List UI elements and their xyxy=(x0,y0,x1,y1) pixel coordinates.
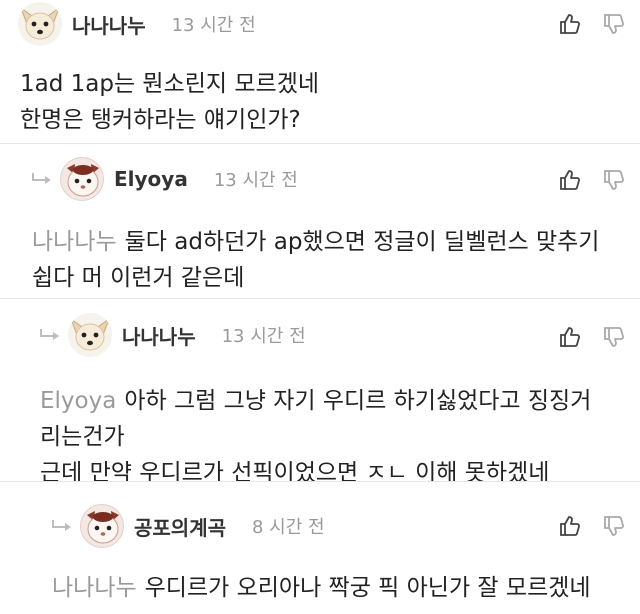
comment-line: 나나나누 둘다 ad하던가 ap했으면 정글이 딜벨런스 맞추기 xyxy=(32,224,632,260)
comment-text: 둘다 ad하던가 ap했으면 정글이 딜벨런스 맞추기 xyxy=(124,229,600,255)
comment-reply: 나나나누 13 시간 전 Elyoya 아하 그럼 그냥 자기 우디르 하기싫었다… xyxy=(0,298,640,486)
comment-reply: 공포의계곡 8 시간 전 나나나누 우디르가 오리아나 짝궁 픽 아닌가 잘 모르… xyxy=(0,481,640,614)
comment: 나나나누 13 시간 전 1ad 1ap는 뭔소린지 모르겠네 한명은 탱커하라… xyxy=(0,0,640,143)
timestamp: 13 시간 전 xyxy=(221,326,306,347)
timestamp: 13 시간 전 xyxy=(213,170,298,191)
thumbs-down-icon[interactable] xyxy=(602,514,626,538)
comment-reply: Elyoya 13 시간 전 나나나누 둘다 ad하던가 ap했으면 정글이 딜벨… xyxy=(0,143,640,298)
vote-buttons xyxy=(558,12,626,36)
thumbs-down-icon[interactable] xyxy=(602,325,626,349)
nickname[interactable]: 나나나누 xyxy=(122,321,196,350)
vote-buttons xyxy=(558,514,626,538)
mention[interactable]: 나나나누 xyxy=(52,575,137,601)
reply-arrow-icon xyxy=(40,329,59,340)
thumbs-up-icon[interactable] xyxy=(558,325,582,349)
thumbs-down-icon[interactable] xyxy=(602,168,626,192)
nickname[interactable]: 공포의계곡 xyxy=(134,512,226,541)
comment-line: 나나나누 우디르가 오리아나 짝궁 픽 아닌가 잘 모르겠네 xyxy=(52,570,632,606)
thumbs-up-icon[interactable] xyxy=(558,514,582,538)
mention[interactable]: 나나나누 xyxy=(32,229,117,255)
comment-header: 공포의계곡 8 시간 전 xyxy=(50,504,325,548)
timestamp: 13 시간 전 xyxy=(171,15,256,36)
avatar[interactable] xyxy=(18,2,62,46)
comment-line: Elyoya 아하 그럼 그냥 자기 우디르 하기싫었다고 징징거 xyxy=(40,383,620,419)
cat-icon xyxy=(87,511,119,544)
cat-icon xyxy=(67,164,99,197)
comment-line: 쉽다 머 이런거 같은데 xyxy=(32,265,245,291)
nickname[interactable]: Elyoya xyxy=(114,167,188,191)
thumbs-up-icon[interactable] xyxy=(558,12,582,36)
avatar[interactable] xyxy=(68,313,112,357)
avatar[interactable] xyxy=(60,157,104,201)
comment-header: Elyoya 13 시간 전 xyxy=(30,157,298,201)
reply-arrow-icon xyxy=(32,173,51,184)
comment-body: Elyoya 아하 그럼 그냥 자기 우디르 하기싫었다고 징징거 리는건가 근데… xyxy=(40,383,620,491)
comment-text: 우디르가 오리아나 짝궁 픽 아닌가 잘 모르겠네 xyxy=(144,575,591,601)
comment-line: 1ad 1ap는 뭔소린지 모르겠네 xyxy=(20,71,320,97)
comment-header: 나나나누 13 시간 전 xyxy=(38,313,306,357)
reply-arrow-icon xyxy=(52,520,71,531)
chihuahua-icon xyxy=(19,6,61,40)
comment-line: 리는건가 xyxy=(40,424,125,450)
timestamp: 8 시간 전 xyxy=(252,517,325,538)
comment-body: 나나나누 둘다 ad하던가 ap했으면 정글이 딜벨런스 맞추기 쉽다 머 이런거… xyxy=(32,224,632,296)
comment-header: 나나나누 13 시간 전 xyxy=(18,2,256,46)
mention[interactable]: Elyoya xyxy=(40,388,116,414)
comment-text: 아하 그럼 그냥 자기 우디르 하기싫었다고 징징거 xyxy=(124,388,592,414)
vote-buttons xyxy=(558,325,626,349)
comment-body: 나나나누 우디르가 오리아나 짝궁 픽 아닌가 잘 모르겠네 xyxy=(52,570,632,606)
vote-buttons xyxy=(558,168,626,192)
thumbs-down-icon[interactable] xyxy=(602,12,626,36)
nickname[interactable]: 나나나누 xyxy=(72,10,146,39)
avatar[interactable] xyxy=(80,504,124,548)
comment-line: 한명은 탱커하라는 얘기인가? xyxy=(20,107,301,133)
thumbs-up-icon[interactable] xyxy=(558,168,582,192)
chihuahua-icon xyxy=(69,317,111,351)
comment-body: 1ad 1ap는 뭔소린지 모르겠네 한명은 탱커하라는 얘기인가? xyxy=(20,66,620,138)
